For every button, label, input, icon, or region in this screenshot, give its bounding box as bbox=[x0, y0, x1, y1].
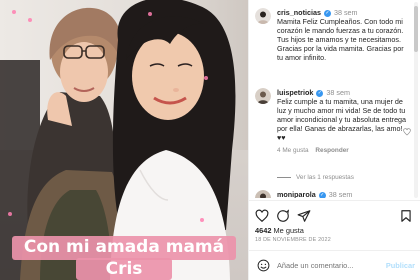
comments-scrollbar[interactable] bbox=[414, 2, 418, 198]
post-caption-line1: Con mi amada mamá bbox=[12, 236, 236, 260]
comment-text: Mamita Feliz Cumpleaños. Con todo mi cor… bbox=[277, 17, 404, 63]
heart-icon[interactable] bbox=[255, 209, 269, 223]
verified-badge-icon: ✓ bbox=[323, 9, 331, 17]
scrollbar-thumb[interactable] bbox=[414, 6, 418, 52]
post-date[interactable]: 18 DE NOVIEMBRE DE 2022 bbox=[255, 237, 331, 243]
sparkle-effect bbox=[148, 12, 152, 16]
action-bar bbox=[249, 200, 420, 228]
comment-text: Feliz cumple a tu mamita, una mujer de l… bbox=[277, 97, 407, 143]
verified-badge-icon: ✓ bbox=[316, 89, 324, 97]
likes-count: 4642 bbox=[255, 226, 272, 235]
post-comment-button[interactable]: Publicar bbox=[386, 259, 415, 273]
view-replies-button[interactable]: Ver las 1 respuestas bbox=[277, 174, 354, 181]
avatar[interactable] bbox=[255, 190, 271, 198]
verified-badge-icon: ✓ bbox=[318, 191, 326, 198]
comments-list[interactable]: cris_noticias ✓ 38 sem Mamita Feliz Cump… bbox=[249, 0, 415, 198]
add-comment-bar: Publicar bbox=[249, 250, 420, 280]
replies-divider bbox=[277, 176, 291, 178]
reply-button[interactable]: Responder bbox=[315, 147, 348, 154]
heart-icon[interactable] bbox=[403, 128, 411, 136]
post-caption-line2: Cris bbox=[76, 258, 172, 280]
comment-meta: 4 Me gusta Responder bbox=[277, 146, 411, 155]
comment-username[interactable]: moniparola bbox=[277, 190, 316, 198]
emoji-icon[interactable] bbox=[257, 259, 270, 272]
share-icon[interactable] bbox=[297, 209, 311, 223]
avatar[interactable] bbox=[255, 8, 271, 24]
sparkle-effect bbox=[8, 212, 12, 216]
comment-input[interactable] bbox=[277, 259, 385, 273]
comment-icon[interactable] bbox=[276, 209, 290, 223]
sparkle-effect bbox=[204, 76, 208, 80]
sparkle-effect bbox=[28, 18, 32, 22]
bookmark-icon[interactable] bbox=[399, 209, 413, 223]
comment-time[interactable]: 38 sem bbox=[326, 88, 350, 97]
view-replies-label: Ver las 1 respuestas bbox=[296, 174, 354, 181]
comment-time[interactable]: 38 sem bbox=[329, 190, 353, 198]
post-photo[interactable]: Con mi amada mamá Cris bbox=[0, 0, 248, 280]
sparkle-effect bbox=[200, 218, 204, 222]
comment-likes[interactable]: 4 Me gusta bbox=[277, 147, 309, 154]
sparkle-effect bbox=[12, 10, 16, 14]
comment-time[interactable]: 38 sem bbox=[334, 8, 358, 17]
likes-label: Me gusta bbox=[273, 226, 304, 235]
comments-panel: cris_noticias ✓ 38 sem Mamita Feliz Cump… bbox=[248, 0, 420, 280]
likes-summary[interactable]: 4642 Me gusta bbox=[255, 226, 304, 235]
comment-username[interactable]: luispetriok bbox=[277, 88, 313, 97]
comment-username[interactable]: cris_noticias bbox=[277, 8, 321, 17]
avatar[interactable] bbox=[255, 88, 271, 104]
